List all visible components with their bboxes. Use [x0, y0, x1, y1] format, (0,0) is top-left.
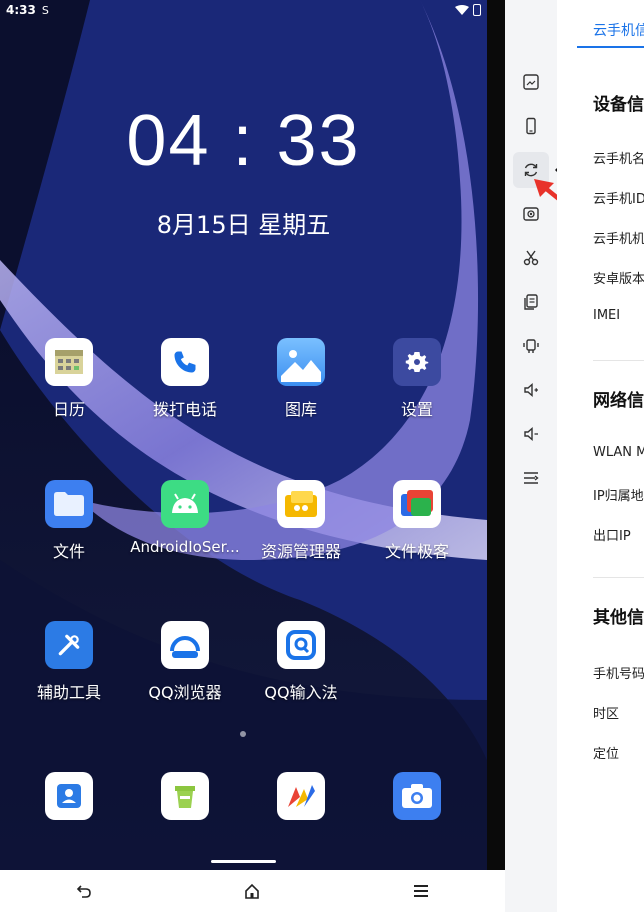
camera-icon — [393, 772, 441, 820]
volume-up-button[interactable] — [513, 372, 549, 408]
app-store-icon — [277, 772, 325, 820]
section-divider — [593, 360, 644, 361]
cut-button[interactable] — [513, 240, 549, 276]
status-time: 4:33 — [6, 3, 36, 17]
app-calendar[interactable]: 日历 — [11, 338, 127, 420]
battery-icon — [473, 4, 481, 16]
phone-device-icon — [526, 117, 536, 135]
shake-button[interactable] — [513, 328, 549, 364]
info-row: WLAN M — [593, 445, 644, 460]
app-gallery[interactable]: 图库 — [243, 338, 359, 420]
folder-icon — [45, 480, 93, 528]
app-phone[interactable]: 拨打电话 — [127, 338, 243, 420]
app-qq-browser[interactable]: QQ浏览器 — [127, 621, 243, 703]
info-row: IP归属地 — [593, 489, 644, 504]
trash-icon — [161, 772, 209, 820]
info-row: IMEI — [593, 308, 621, 323]
back-button[interactable] — [64, 876, 104, 906]
more-menu-icon — [524, 472, 539, 484]
dock-app-store[interactable] — [243, 772, 359, 820]
dock-contacts[interactable] — [11, 772, 127, 820]
qq-browser-icon — [161, 621, 209, 669]
tab-cloud-phone-info[interactable]: 云手机信 — [593, 20, 644, 40]
gallery-icon — [277, 338, 325, 386]
app-file-geek[interactable]: 文件极客 — [359, 480, 475, 562]
app-settings[interactable]: 设置 — [359, 338, 475, 420]
info-row: 定位 — [593, 747, 620, 762]
back-icon — [77, 885, 91, 898]
app-qq-input[interactable]: QQ输入法 — [243, 621, 359, 703]
section-network-info: 网络信 — [593, 391, 644, 411]
app-tools[interactable]: 辅助工具 — [11, 621, 127, 703]
app-files[interactable]: 文件 — [11, 480, 127, 562]
screenshot-icon — [523, 74, 539, 90]
android-icon — [161, 480, 209, 528]
lock-clock: 04 : 33 — [126, 101, 361, 181]
contacts-icon — [45, 772, 93, 820]
info-row: 安卓版本 — [593, 272, 644, 287]
info-panel: 云手机信 设备信 云手机名 云手机ID 云手机机 安卓版本 IMEI 网络信 W… — [557, 0, 644, 912]
lock-date: 8月15日 星期五 — [156, 211, 331, 239]
home-gesture-bar[interactable] — [211, 860, 276, 863]
home-icon — [245, 883, 260, 899]
wifi-icon — [455, 5, 469, 15]
more-menu-button[interactable] — [513, 460, 549, 496]
side-toolbar — [505, 0, 557, 912]
volume-down-button[interactable] — [513, 416, 549, 452]
volume-down-icon — [524, 426, 538, 442]
screenshot-button[interactable] — [513, 64, 549, 100]
info-row: 云手机机 — [593, 232, 644, 247]
info-row: 云手机名 — [593, 152, 644, 167]
status-bar: 4:33 S — [0, 0, 487, 20]
tools-icon — [45, 621, 93, 669]
shake-icon — [523, 339, 539, 353]
device-button[interactable] — [513, 108, 549, 144]
qq-input-icon — [277, 621, 325, 669]
phone-icon — [161, 338, 209, 386]
section-other-info: 其他信 — [593, 608, 644, 628]
calendar-icon — [45, 338, 93, 386]
home-button[interactable] — [232, 876, 272, 906]
info-row: 手机号码 — [593, 667, 644, 682]
menu-icon — [413, 885, 428, 897]
divider — [487, 0, 505, 870]
scissors-icon — [523, 250, 539, 266]
gear-icon — [393, 338, 441, 386]
app-file-manager[interactable]: 资源管理器 — [243, 480, 359, 562]
navigation-bar — [0, 870, 505, 912]
clipboard-icon — [524, 294, 538, 310]
page-indicator — [240, 731, 246, 737]
info-row: 时区 — [593, 707, 620, 722]
section-device-info: 设备信 — [593, 95, 644, 115]
recents-button[interactable] — [401, 876, 441, 906]
dock-camera[interactable] — [359, 772, 475, 820]
info-row: 出口IP — [593, 529, 631, 544]
info-row: 云手机ID — [593, 192, 644, 207]
volume-up-icon — [524, 382, 538, 398]
sim-indicator: S — [41, 3, 49, 17]
section-divider — [593, 577, 644, 578]
app-android-io[interactable]: AndroidIoSer... — [127, 480, 243, 556]
phone-screen[interactable]: 4:33 S 04 : 33 8月15日 星期五 日历 拨打电话 图库 设置 文… — [0, 0, 487, 870]
clipboard-button[interactable] — [513, 284, 549, 320]
file-manager-icon — [277, 480, 325, 528]
file-geek-icon — [393, 480, 441, 528]
active-tab-indicator — [577, 46, 644, 48]
dock-trash[interactable] — [127, 772, 243, 820]
